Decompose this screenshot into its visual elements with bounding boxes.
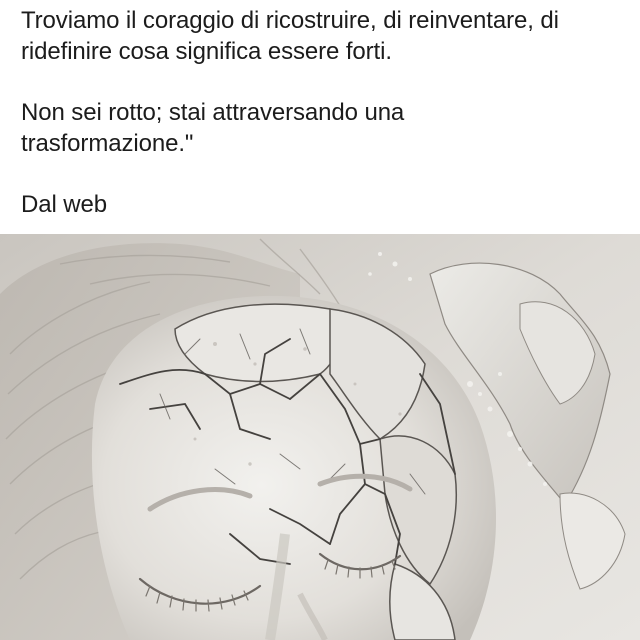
source-text: Dal web [21, 191, 108, 218]
post-text: Troviamo il coraggio di ricostruire, di … [21, 6, 626, 221]
text-line: Non sei rotto; stai attraversando una [21, 99, 405, 126]
paragraph-quote: Troviamo il coraggio di ricostruire, di … [21, 6, 626, 67]
paragraph-source: Dal web [21, 190, 626, 221]
post-image[interactable] [0, 234, 640, 640]
text-line: trasformazione." [21, 129, 194, 157]
text-line: ridefinire cosa significa essere forti. [21, 37, 392, 65]
text-line: Troviamo il coraggio di ricostruire, di … [21, 7, 559, 34]
post: Troviamo il coraggio di ricostruire, di … [0, 0, 640, 640]
paragraph-transformation: Non sei rotto; stai attraversando una tr… [21, 98, 626, 159]
cracked-face-sculpture-illustration [0, 234, 640, 640]
